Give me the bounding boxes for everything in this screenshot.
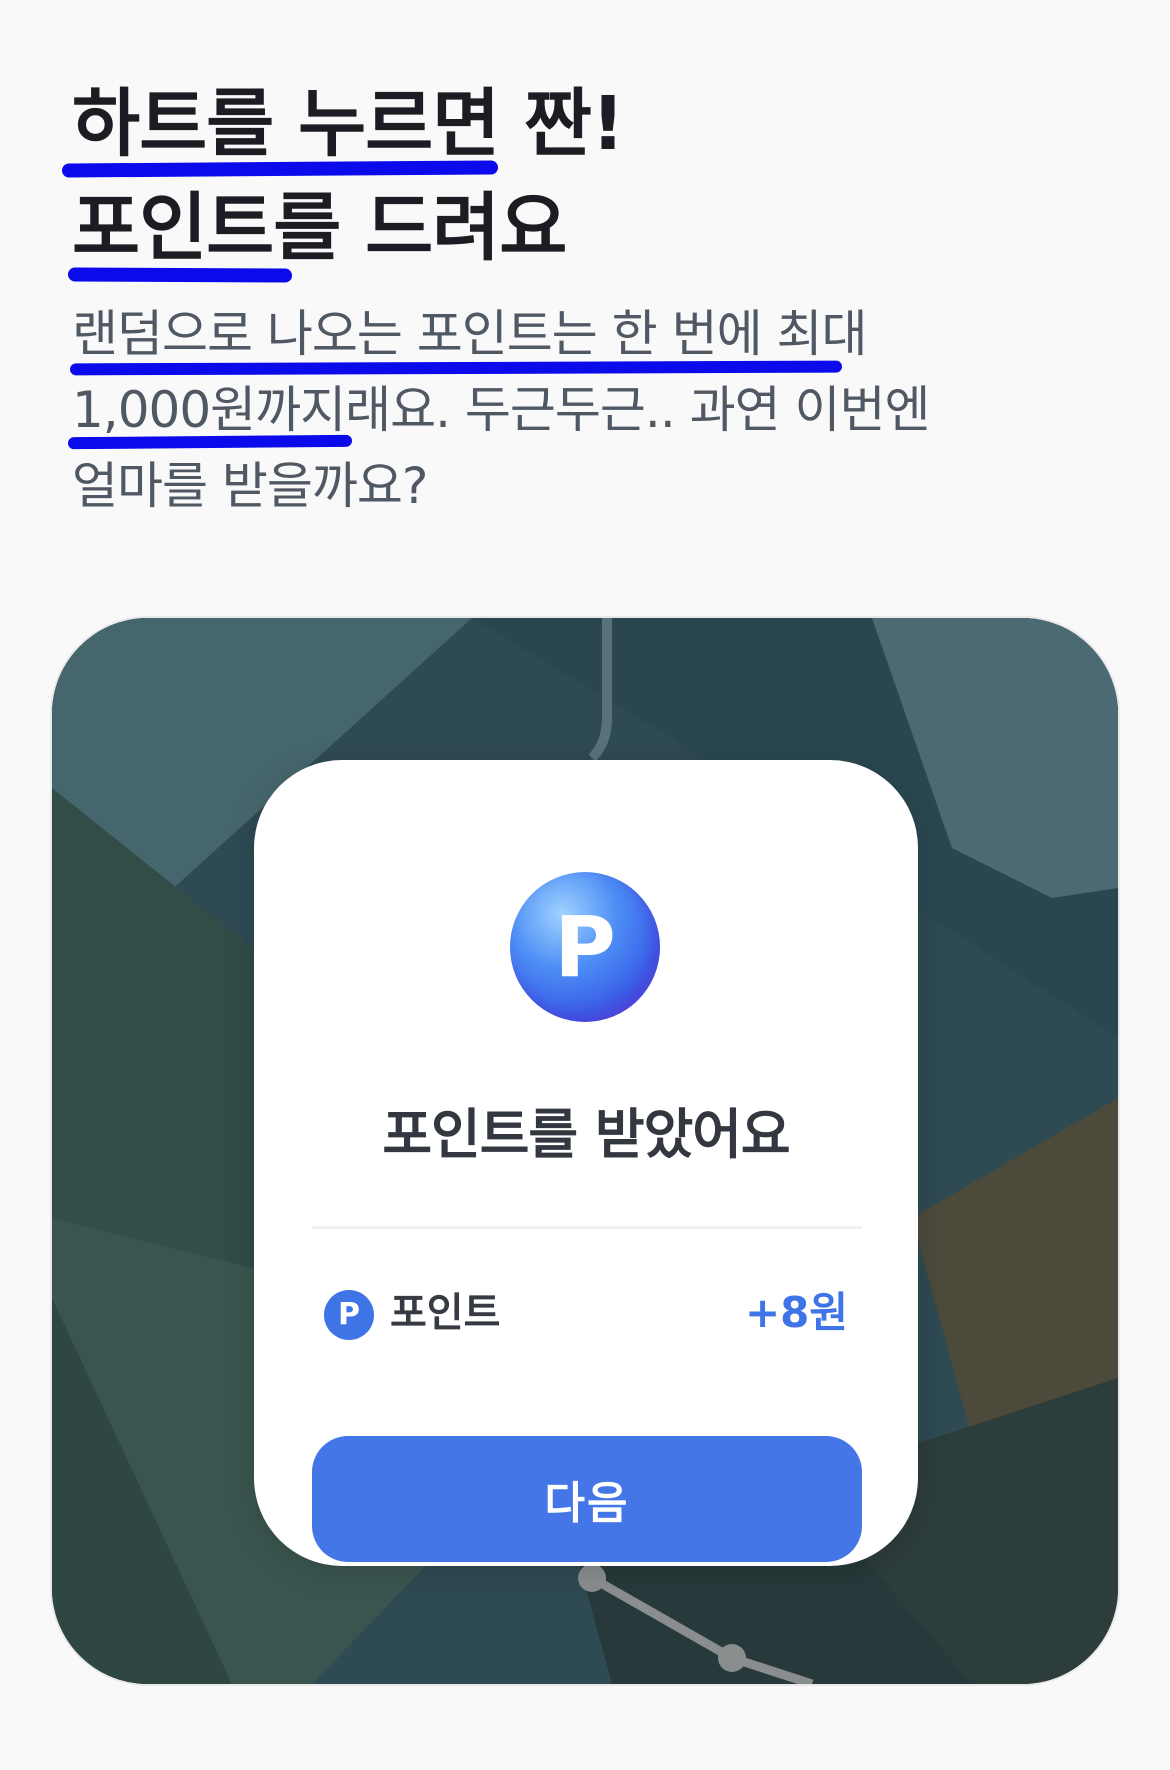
badge-letter: P (338, 1297, 360, 1332)
headline-underline-2 (67, 267, 293, 283)
next-button[interactable]: 다음 (312, 1436, 862, 1562)
description-line-3: 얼마를 받을까요? (72, 457, 428, 515)
coin-letter: P (554, 898, 616, 996)
description-line-1: 랜덤으로 나오는 포인트는 한 번에 최대 (72, 305, 867, 363)
headline-line-2: 포인트를 드려요 (72, 185, 567, 271)
point-coin-icon: P (510, 872, 660, 1022)
description: 랜덤으로 나오는 포인트는 한 번에 최대 1,000원까지래요. 두근두근..… (72, 296, 1072, 524)
divider (312, 1226, 862, 1229)
modal-title: 포인트를 받았어요 (382, 1103, 790, 1166)
point-amount: +8원 (744, 1288, 848, 1337)
headline-line-1: 하트를 누르면 짠! (72, 81, 625, 167)
app-preview-image: P 포인트를 받았어요 P 포인트 +8원 다음 (52, 618, 1118, 1684)
point-badge-icon: P (324, 1290, 374, 1340)
point-label: 포인트 (390, 1290, 501, 1336)
point-reward-modal: P 포인트를 받았어요 P 포인트 +8원 다음 (254, 760, 918, 1566)
description-line-2: 1,000원까지래요. 두근두근.. 과연 이번엔 (72, 381, 931, 439)
